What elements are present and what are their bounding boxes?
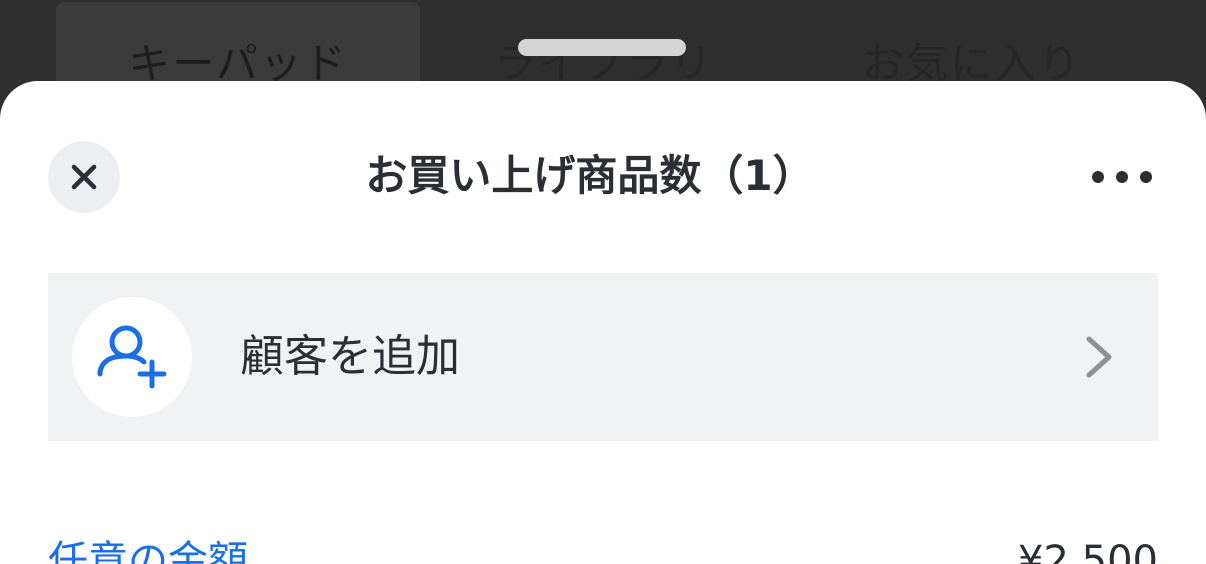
more-dot	[1116, 171, 1128, 183]
add-customer-avatar	[72, 297, 192, 417]
sheet-title: お買い上げ商品数（1）	[365, 151, 815, 200]
sheet-grabber[interactable]	[518, 39, 686, 56]
more-horizontal-icon	[1092, 171, 1104, 183]
bottom-sheet: お買い上げ商品数（1） 顧客を追加 任意の金額 ¥2,500	[0, 81, 1206, 564]
chevron-right-icon	[1086, 336, 1112, 378]
close-icon	[71, 164, 97, 190]
more-dot	[1140, 171, 1152, 183]
add-customer-row[interactable]: 顧客を追加	[48, 273, 1158, 441]
add-customer-label: 顧客を追加	[240, 331, 460, 382]
more-options-button[interactable]	[1086, 161, 1158, 193]
custom-amount-item[interactable]: 任意の金額	[48, 533, 248, 564]
add-person-icon	[97, 325, 167, 389]
custom-amount-price: ¥2,500	[1018, 538, 1158, 564]
close-button[interactable]	[48, 141, 120, 213]
